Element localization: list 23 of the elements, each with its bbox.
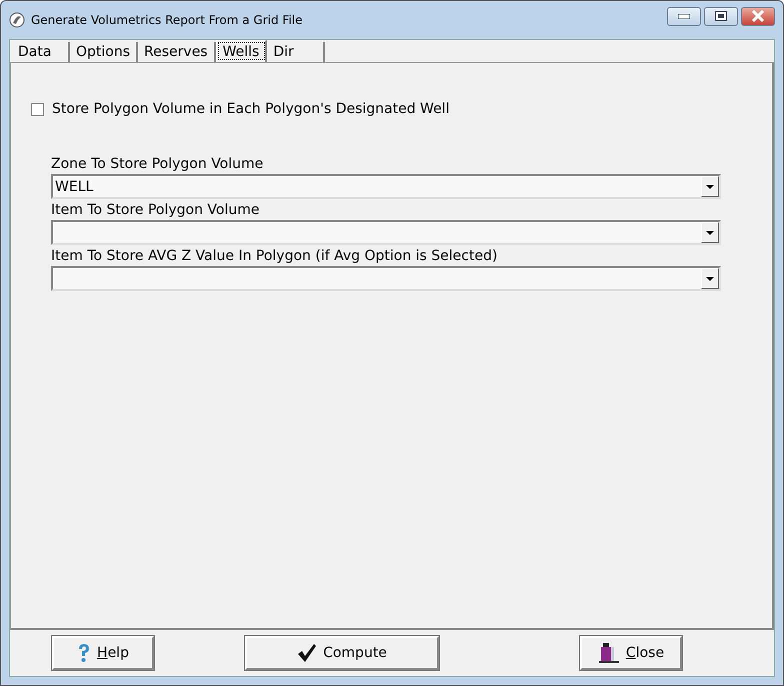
compute-button[interactable]: Compute bbox=[245, 636, 439, 670]
tab[interactable]: Wells bbox=[216, 40, 268, 62]
checkmark-icon bbox=[297, 643, 318, 663]
checkbox[interactable] bbox=[31, 102, 44, 116]
maximize-button[interactable] bbox=[704, 6, 738, 26]
maximize-icon bbox=[715, 11, 727, 21]
window-title: Generate Volumetrics Report From a Grid File bbox=[31, 13, 304, 27]
checkbox-label: Store Polygon Volume in Each Polygon's Designated Well bbox=[52, 101, 450, 117]
dropdown-field[interactable] bbox=[51, 266, 721, 291]
door-exit-icon bbox=[598, 642, 620, 664]
field-label: Item To Store Polygon Volume bbox=[51, 202, 260, 218]
dropdown-field[interactable]: WELL bbox=[51, 174, 721, 199]
minimize-icon bbox=[678, 14, 690, 18]
field-label: Item To Store AVG Z Value In Polygon (if Avg Option is Selected) bbox=[51, 248, 498, 264]
minimize-button[interactable] bbox=[667, 6, 701, 26]
field-label: Zone To Store Polygon Volume bbox=[51, 156, 264, 172]
question-mark-icon bbox=[77, 643, 92, 663]
help-button[interactable]: Help bbox=[52, 636, 154, 670]
close-button[interactable]: Close bbox=[580, 636, 682, 670]
app-logo-icon bbox=[9, 12, 25, 28]
close-icon bbox=[751, 10, 765, 22]
close-button[interactable] bbox=[741, 6, 775, 26]
dropdown-field[interactable] bbox=[51, 220, 721, 245]
